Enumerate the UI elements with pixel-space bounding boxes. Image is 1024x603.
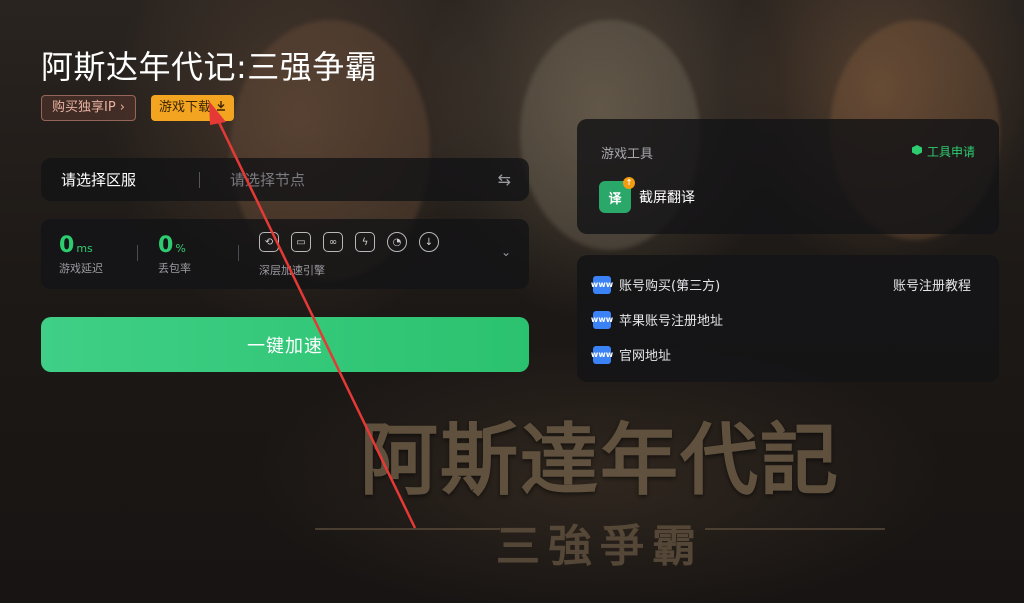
- link-icon: ∞: [323, 232, 343, 252]
- official-site-link[interactable]: www 官网地址: [591, 345, 672, 364]
- latency-stat: 0 ms 游戏延迟: [59, 233, 103, 276]
- bolt-icon: ϟ: [355, 232, 375, 252]
- screenshot-translate-tool[interactable]: 译 ↑ 截屏翻译: [599, 177, 695, 213]
- region-divider: [199, 171, 200, 188]
- background-game-logo-title: 阿斯達年代記: [359, 415, 840, 506]
- account-register-tutorial-link[interactable]: 账号注册教程: [893, 275, 971, 294]
- translate-icon-glyph: 译: [608, 191, 622, 207]
- background-game-logo-subtitle: 三強爭霸: [496, 521, 704, 572]
- screen-icon: ▭: [291, 232, 311, 252]
- tool-apply-button[interactable]: 工具申请: [911, 143, 975, 160]
- download-circle-icon: ↓: [419, 232, 439, 252]
- game-download-button[interactable]: 游戏下载: [151, 95, 235, 121]
- game-tools-header: 游戏工具: [601, 147, 654, 162]
- latency-label: 游戏延迟: [59, 262, 103, 275]
- game-tools-panel: 游戏工具 工具申请 译 ↑ 截屏翻译: [577, 119, 999, 234]
- buy-ip-button[interactable]: 购买独享IP ›: [41, 95, 136, 121]
- gauge-icon: ◔: [387, 232, 407, 252]
- apple-account-register-label: 苹果账号注册地址: [619, 314, 724, 329]
- region-select-label[interactable]: 请选择区服: [61, 169, 199, 190]
- engine-icons: ⟲ ▭ ∞ ϟ ◔ ↓: [259, 232, 439, 252]
- game-download-label: 游戏下载: [159, 100, 212, 115]
- packet-loss-unit: %: [175, 242, 186, 255]
- swap-icon[interactable]: ⇆: [498, 170, 511, 189]
- stat-divider: [137, 245, 138, 261]
- translate-icon: 译 ↑: [599, 177, 635, 213]
- cube-icon: [911, 144, 923, 159]
- account-purchase-label: 账号购买(第三方): [619, 279, 721, 294]
- chevron-right-icon: ›: [119, 100, 125, 115]
- region-selector[interactable]: 请选择区服 请选择节点 ⇆: [41, 158, 529, 201]
- game-title: 阿斯达年代记:三强争霸: [41, 48, 378, 86]
- engine-label: 深层加速引擎: [259, 264, 325, 277]
- one-click-accelerate-button[interactable]: 一键加速: [41, 317, 529, 372]
- www-icon: www: [591, 345, 613, 364]
- node-select[interactable]: 请选择节点: [230, 169, 498, 190]
- account-purchase-link[interactable]: www 账号购买(第三方): [591, 275, 721, 294]
- chevron-down-icon[interactable]: ⌄: [501, 245, 511, 259]
- official-site-label: 官网地址: [619, 349, 672, 364]
- upgrade-badge-icon: ↑: [623, 177, 635, 189]
- stat-divider: [238, 245, 239, 261]
- tool-apply-label: 工具申请: [926, 145, 975, 159]
- account-links-panel: www 账号购买(第三方) www 苹果账号注册地址 www 官网地址 账号注册…: [577, 255, 999, 382]
- packet-loss-value: 0: [158, 233, 174, 258]
- packet-loss-stat: 0% 丢包率: [158, 233, 191, 276]
- latency-value: 0: [59, 233, 75, 258]
- latency-unit: ms: [76, 242, 93, 255]
- loop-icon: ⟲: [259, 232, 279, 252]
- www-icon: www: [591, 275, 613, 294]
- apple-account-register-link[interactable]: www 苹果账号注册地址: [591, 310, 724, 329]
- download-icon: [216, 95, 226, 121]
- www-icon: www: [591, 310, 613, 329]
- buy-ip-label: 购买独享IP: [52, 100, 116, 115]
- acceleration-stats-panel: 0 ms 游戏延迟 0% 丢包率 ⟲ ▭ ∞ ϟ ◔ ↓ 深层加速引擎 ⌄: [41, 219, 529, 289]
- packet-loss-label: 丢包率: [158, 262, 191, 275]
- screenshot-translate-label: 截屏翻译: [639, 190, 695, 206]
